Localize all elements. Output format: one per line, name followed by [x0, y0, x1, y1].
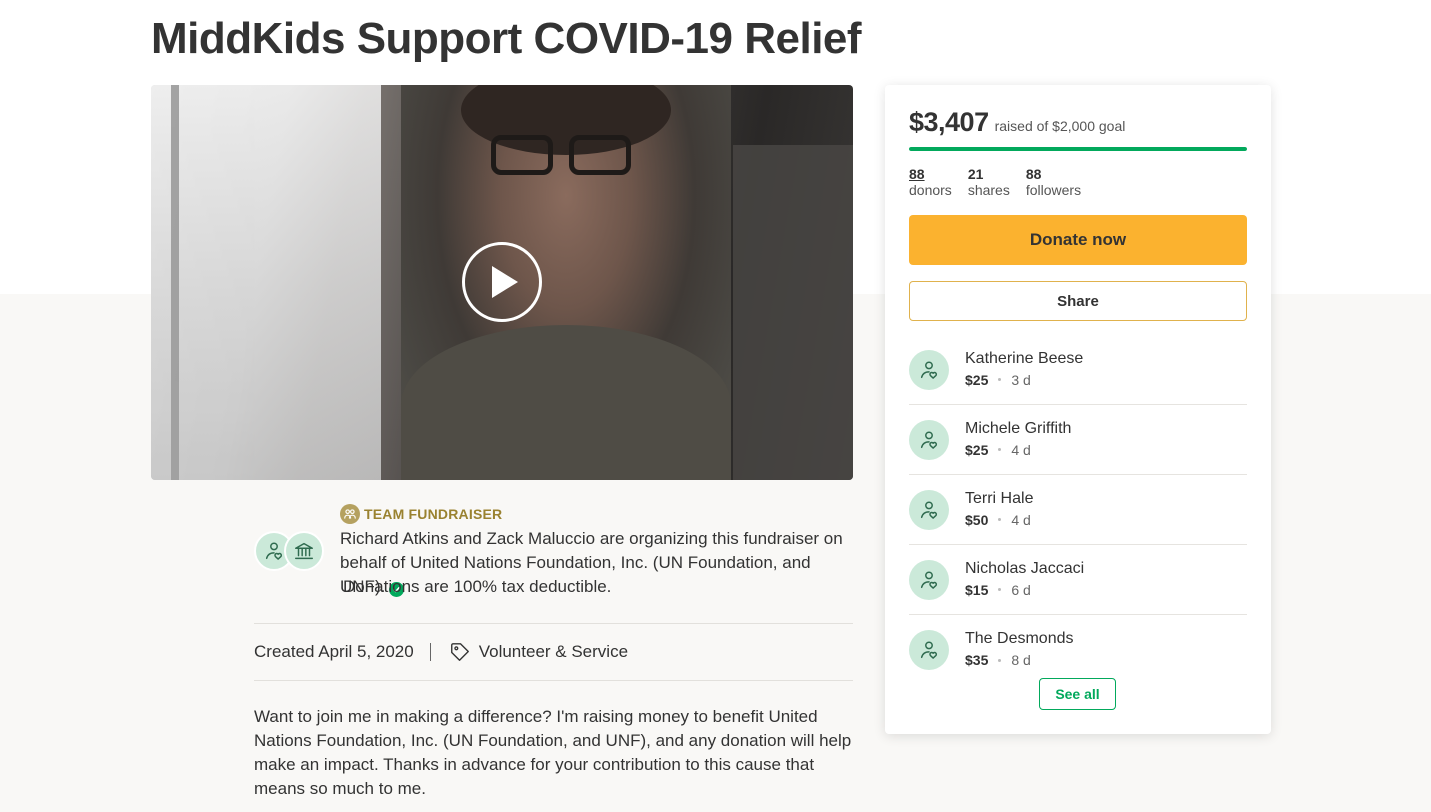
- donor-item: Katherine Beese $25 3 d: [909, 335, 1247, 405]
- play-icon: [492, 266, 518, 298]
- donors-label: donors: [909, 182, 952, 198]
- donor-amount: $25: [965, 441, 989, 458]
- donor-item: Nicholas Jaccaci $15 6 d: [909, 545, 1247, 615]
- divider-bottom: [254, 680, 853, 681]
- progress-bar: [909, 147, 1247, 151]
- donor-time: 4 d: [1011, 441, 1031, 458]
- followers-count: 88: [1025, 166, 1042, 182]
- donate-now-button[interactable]: Donate now: [909, 215, 1247, 265]
- shares-label: shares: [967, 182, 1010, 198]
- campaign-stats: 88 donors 21 shares 88 followers: [909, 166, 1081, 198]
- divider-top: [254, 623, 853, 624]
- donor-time: 6 d: [1011, 581, 1031, 598]
- organizer-avatars: [254, 531, 326, 571]
- donor-name: Michele Griffith: [965, 419, 1072, 437]
- video-person: [401, 85, 731, 480]
- campaign-story: Want to join me in making a difference? …: [254, 707, 852, 798]
- donor-item: Michele Griffith $25 4 d: [909, 405, 1247, 475]
- raised-summary: $3,407 raised of $2,000 goal: [909, 107, 1125, 138]
- shares-stat: 21 shares: [968, 166, 1010, 198]
- donor-name: Terri Hale: [965, 489, 1034, 507]
- donor-amount: $15: [965, 581, 989, 598]
- heart-hand-icon: [909, 419, 949, 460]
- donor-item: The Desmonds $35 8 d: [909, 615, 1247, 685]
- donor-name: Katherine Beese: [965, 349, 1084, 367]
- team-icon: [340, 504, 360, 524]
- play-button[interactable]: [462, 242, 542, 322]
- meta-separator: [429, 643, 431, 661]
- campaign-meta: Created April 5, 2020 Volunteer & Servic…: [254, 640, 628, 664]
- donor-item: Terri Hale $50 4 d: [909, 475, 1247, 545]
- recent-donors-list: Katherine Beese $25 3 d Michele Griffith …: [909, 335, 1247, 685]
- donor-time: 3 d: [1011, 371, 1031, 388]
- donor-name: Nicholas Jaccaci: [965, 559, 1085, 577]
- share-button[interactable]: Share: [909, 281, 1247, 321]
- donor-amount: $25: [965, 371, 989, 388]
- heart-hand-icon: [909, 630, 949, 670]
- followers-label: followers: [1025, 182, 1082, 198]
- heart-hand-icon: [909, 349, 949, 390]
- donor-amount: $50: [965, 511, 989, 528]
- team-fundraiser-label: TEAM FUNDRAISER: [340, 504, 502, 524]
- page-title: MiddKids Support COVID-19 Relief: [151, 14, 862, 63]
- tax-deductible-note: Donations are 100% tax deductible.: [343, 577, 612, 596]
- raised-amount: $3,407: [909, 107, 989, 137]
- donor-amount: $35: [965, 652, 989, 668]
- shares-count: 21: [967, 166, 984, 182]
- donor-time: 4 d: [1011, 511, 1031, 528]
- followers-stat: 88 followers: [1026, 166, 1081, 198]
- donation-sidebar-card: $3,407 raised of $2,000 goal 88 donors 2…: [885, 85, 1271, 734]
- donors-stat[interactable]: 88 donors: [909, 166, 952, 198]
- donor-name: The Desmonds: [965, 630, 1074, 647]
- created-date: Created April 5, 2020: [254, 642, 414, 661]
- progress-bar-fill: [909, 147, 1247, 151]
- campaign-video[interactable]: [151, 85, 853, 480]
- heart-hand-icon: [909, 559, 949, 600]
- tag-icon: [450, 643, 469, 661]
- team-label-text: TEAM FUNDRAISER: [364, 506, 503, 522]
- donors-count[interactable]: 88: [909, 166, 952, 182]
- category-link[interactable]: Volunteer & Service: [449, 641, 628, 663]
- goal-text: raised of $2,000 goal: [994, 118, 1126, 134]
- charity-building-icon: [284, 531, 324, 571]
- see-all-donors-button[interactable]: See all: [1039, 678, 1116, 710]
- video-window-backdrop: [151, 85, 381, 480]
- category-label: Volunteer & Service: [478, 642, 629, 661]
- heart-hand-icon: [909, 489, 949, 530]
- donor-time: 8 d: [1011, 652, 1031, 668]
- video-wall-backdrop: [733, 145, 853, 480]
